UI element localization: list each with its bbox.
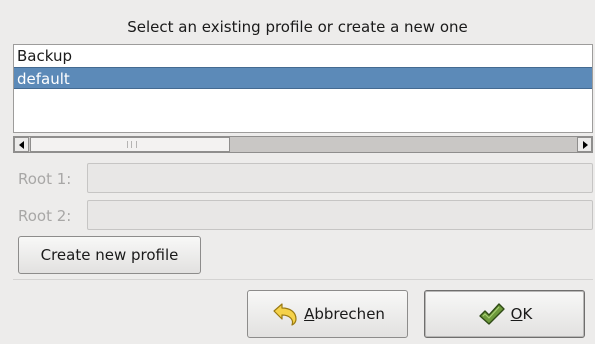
ok-button[interactable]: OK: [424, 290, 585, 338]
cancel-label: Abbrechen: [304, 305, 385, 323]
create-new-profile-button[interactable]: Create new profile: [18, 236, 201, 274]
cancel-button[interactable]: Abbrechen: [247, 290, 408, 338]
separator: [13, 279, 593, 280]
scroll-right-arrow-icon[interactable]: [577, 137, 592, 152]
list-item-backup[interactable]: Backup: [14, 45, 592, 67]
create-button-label: Create new profile: [40, 246, 179, 264]
list-item-default[interactable]: default: [14, 67, 592, 89]
root2-field: [87, 200, 593, 230]
undo-arrow-icon: [273, 303, 297, 326]
root1-label: Root 1:: [18, 170, 72, 188]
scroll-left-arrow-icon[interactable]: [14, 137, 29, 152]
checkmark-icon: [478, 303, 505, 325]
scrollbar-thumb[interactable]: [30, 137, 230, 152]
ok-label: OK: [510, 305, 533, 323]
horizontal-scrollbar[interactable]: [13, 136, 593, 153]
grip-icon: [127, 141, 137, 148]
profile-list[interactable]: Backup default: [13, 44, 593, 133]
dialog-title: Select an existing profile or create a n…: [127, 18, 468, 36]
root2-label: Root 2:: [18, 207, 72, 225]
root1-field: [87, 163, 593, 193]
